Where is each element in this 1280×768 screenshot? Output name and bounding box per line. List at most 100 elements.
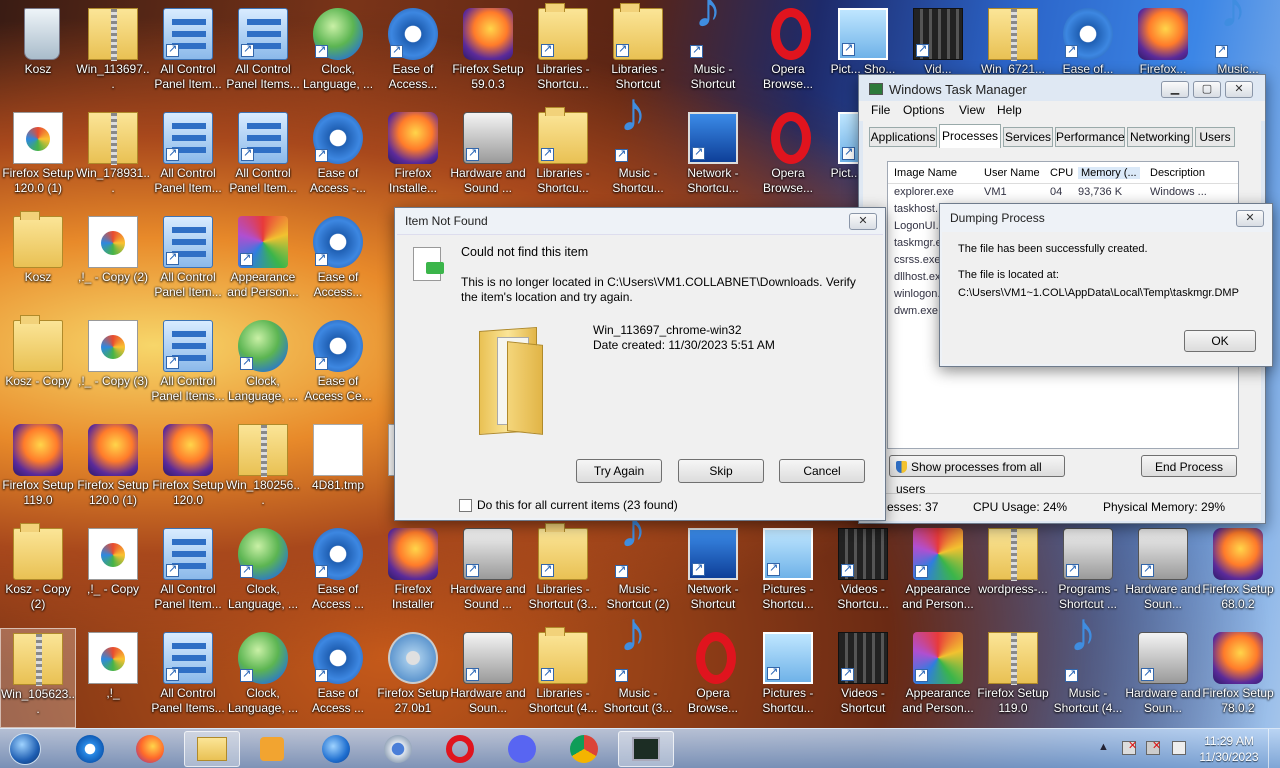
volume-muted-icon[interactable]: ✕ [1122,740,1137,755]
item-not-found-titlebar[interactable]: Item Not Found [395,208,885,234]
desktop-icon[interactable]: Music - Shortcut [675,0,751,104]
desktop-icon[interactable]: Firefox Installer [375,524,451,624]
action-center-icon[interactable] [1172,741,1186,755]
desktop-icon[interactable]: Network - Shortcu... [675,108,751,208]
taskbar-chromium[interactable] [370,731,426,767]
tab-applications[interactable]: Applications [869,127,937,147]
desktop-icon[interactable]: Hardware and Sound ... [450,524,526,624]
desktop-icon[interactable]: Network - Shortcut [675,524,751,624]
desktop-icon[interactable]: Videos - Shortcut [825,628,901,728]
desktop-icon[interactable]: Ease of Access ... [300,524,376,624]
clock[interactable]: 11:29 AM 11/30/2023 [1194,733,1264,765]
taskbar-thunderbird[interactable] [308,731,364,767]
taskbar-chrome[interactable] [556,731,612,767]
desktop-icon[interactable]: All Control Panel Item... [150,4,226,104]
desktop-icon[interactable]: Firefox Setup 78.0.2 [1200,628,1276,728]
desktop-icon[interactable]: Kosz [0,211,76,312]
desktop-icon[interactable]: All Control Panel Item... [150,212,226,312]
menu-help[interactable]: Help [997,103,1022,117]
desktop-icon[interactable]: Music - Shortcut (4... [1050,624,1126,728]
desktop-icon[interactable]: Music - Shortcu... [600,104,676,208]
desktop-icon[interactable]: Win_113697... [75,4,151,104]
cancel-button[interactable]: Cancel [779,459,865,483]
tab-processes[interactable]: Processes [939,124,1001,148]
show-all-processes-button[interactable]: Show processes from all users [889,455,1065,496]
network-error-icon[interactable]: ✕ [1146,740,1161,755]
desktop-icon[interactable]: Clock, Language, ... [225,524,301,624]
desktop-icon[interactable]: ,!_ - Copy (3) [75,316,151,416]
desktop-icon[interactable]: Clock, Language, ... [300,4,376,104]
taskbar-firefox[interactable] [122,731,178,767]
tab-services[interactable]: Services [1003,127,1053,147]
desktop-icon[interactable]: Kosz - Copy [0,315,76,416]
taskbar-discord[interactable] [494,731,550,767]
table-row[interactable]: explorer.exe VM1 04 93,736 K Windows ... [888,184,1238,201]
apply-all-checkbox[interactable] [459,499,472,512]
desktop-icon[interactable]: Ease of Access -... [300,108,376,208]
show-desktop-button[interactable] [1268,729,1280,768]
close-icon[interactable]: ✕ [849,213,877,230]
desktop-icon[interactable]: All Control Panel Item... [150,108,226,208]
desktop-icon[interactable]: 4D81.tmp [300,420,376,520]
taskbar-explorer[interactable] [184,731,240,767]
desktop-icon[interactable]: Hardware and Soun... [1125,628,1201,728]
taskbar-opera[interactable] [432,731,488,767]
desktop-icon[interactable]: Opera Browse... [750,4,826,104]
desktop-icon[interactable]: Opera Browse... [675,628,751,728]
desktop-icon[interactable]: All Control Panel Items... [150,628,226,728]
desktop-icon[interactable]: Ease of Access... [300,212,376,312]
end-process-button[interactable]: End Process [1141,455,1237,477]
desktop-icon[interactable]: Libraries - Shortcut (3... [525,523,601,624]
desktop-icon[interactable]: Hardware and Soun... [1125,524,1201,624]
tab-performance[interactable]: Performance [1055,127,1125,147]
menu-view[interactable]: View [959,103,985,117]
desktop-icon[interactable]: Appearance and Person... [225,212,301,312]
column-header[interactable]: User Name [984,167,1040,179]
desktop-icon[interactable]: Firefox Setup 120.0 (1) [0,108,76,208]
menu-file[interactable]: File [871,103,890,117]
desktop-icon[interactable]: wordpress-... [975,524,1051,624]
menu-options[interactable]: Options [903,103,944,117]
close-icon[interactable]: ✕ [1236,210,1264,227]
column-header[interactable]: CPU [1050,167,1073,179]
desktop-icon[interactable]: Firefox Setup 59.0.3 [450,4,526,104]
close-icon[interactable]: ✕ [1225,81,1253,98]
desktop-icon[interactable]: All Control Panel Items... [225,4,301,104]
desktop-icon[interactable]: Firefox Setup 120.0 [150,420,226,520]
desktop-icon[interactable]: Kosz - Copy (2) [0,523,76,624]
desktop-icon[interactable]: Opera Browse... [750,108,826,208]
desktop-icon[interactable]: Firefox Setup 119.0 [0,420,76,520]
desktop-icon[interactable]: Ease of Access... [375,4,451,104]
taskbar-internet-explorer[interactable] [62,731,118,767]
desktop-icon[interactable]: Firefox Setup 120.0 (1) [75,420,151,520]
desktop-icon[interactable]: Clock, Language, ... [225,628,301,728]
desktop-icon[interactable]: Appearance and Person... [900,628,976,728]
try-again-button[interactable]: Try Again [576,459,662,483]
desktop-icon[interactable]: All Control Panel Item... [150,524,226,624]
desktop-icon[interactable]: Kosz [0,4,76,104]
taskbar-task-manager[interactable] [618,731,674,767]
start-button[interactable] [0,731,50,767]
desktop-icon[interactable]: Firefox Setup 68.0.2 [1200,524,1276,624]
taskbar-media-player[interactable] [244,731,300,767]
desktop-icon[interactable]: ,!_ - Copy [75,524,151,624]
desktop-icon[interactable]: Ease of Access ... [300,628,376,728]
desktop-icon[interactable]: Clock, Language, ... [225,316,301,416]
column-header[interactable]: Memory (... [1078,167,1140,179]
desktop-icon[interactable]: Win_105623... [0,628,76,728]
desktop-icon[interactable]: Music - Shortcut (3... [600,624,676,728]
maximize-button[interactable]: ▢ [1193,81,1221,98]
desktop-icon[interactable]: Win_180256... [225,420,301,520]
desktop-icon[interactable]: Libraries - Shortcu... [525,3,601,104]
desktop-icon[interactable]: ,!_ - Copy (2) [75,212,151,312]
column-header[interactable]: Description [1150,167,1205,179]
show-hidden-icons[interactable]: ▲ [1098,741,1109,753]
tab-users[interactable]: Users [1195,127,1235,147]
desktop-icon[interactable]: Videos - Shortcu... [825,524,901,624]
skip-button[interactable]: Skip [678,459,764,483]
desktop-icon[interactable]: Win_178931... [75,108,151,208]
desktop-icon[interactable]: Pictures - Shortcu... [750,628,826,728]
desktop-icon[interactable]: Firefox Setup 119.0 [975,628,1051,728]
desktop-icon[interactable]: Libraries - Shortcut (4... [525,627,601,728]
desktop-icon[interactable]: All Control Panel Item... [225,108,301,208]
